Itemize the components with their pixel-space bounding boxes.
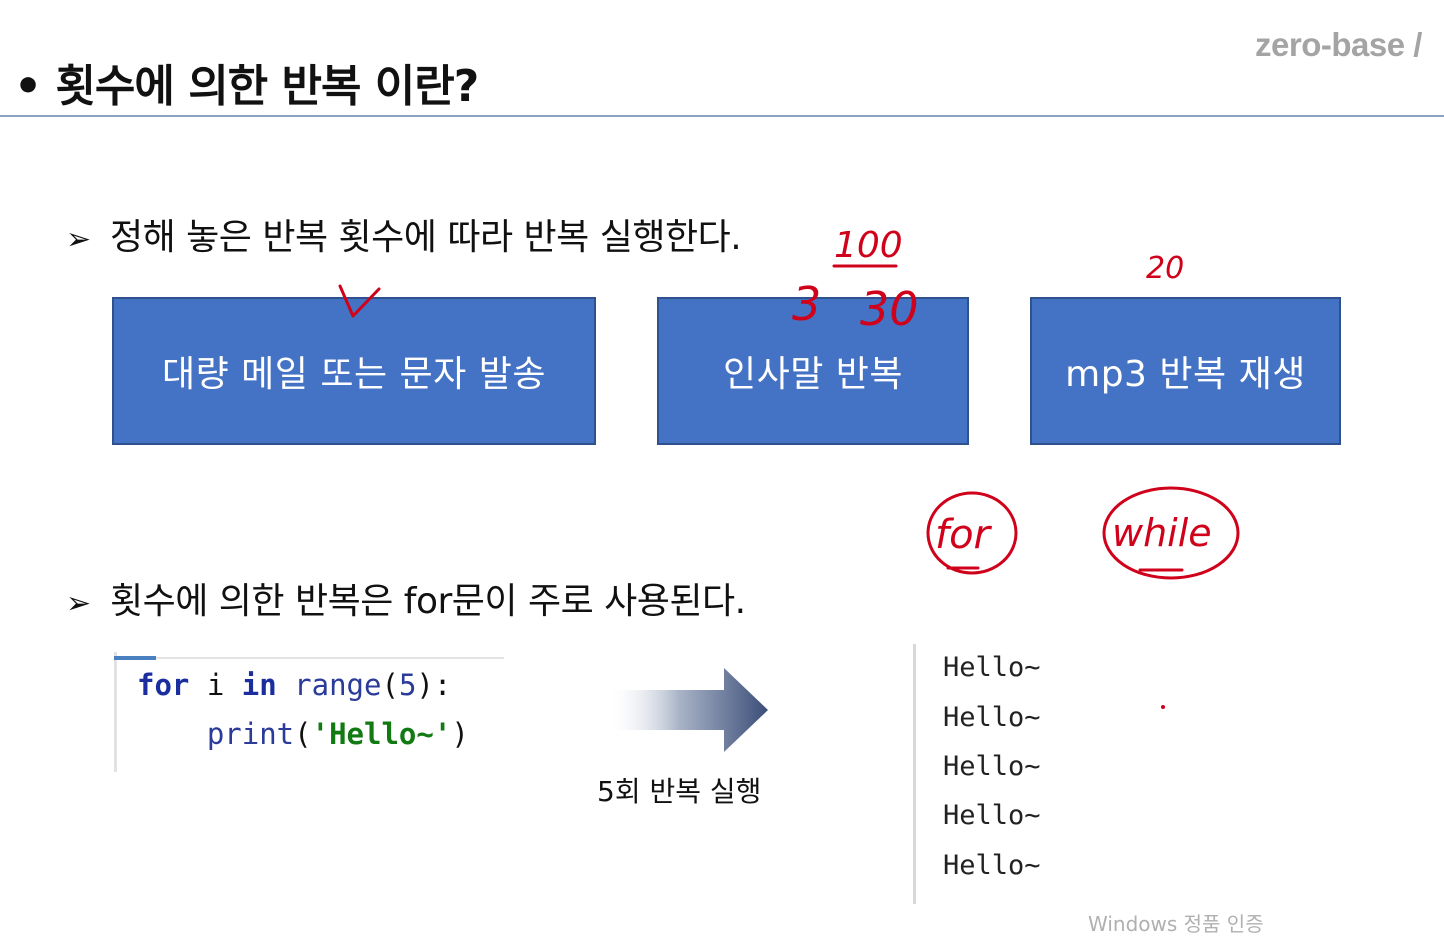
annotation-20: 20 [1146, 251, 1184, 286]
output-line: Hello~ [943, 702, 1041, 733]
output-line: Hello~ [943, 751, 1041, 782]
output-divider [913, 644, 916, 904]
caption-five-times: 5회 반복 실행 [597, 775, 762, 808]
annotation-for: for [935, 512, 993, 558]
annotation-30: 30 [860, 282, 919, 336]
output-line: Hello~ [943, 850, 1041, 881]
ink-dot [1161, 705, 1165, 709]
annotation-100: 100 [834, 225, 903, 266]
flow-arrow-icon [606, 668, 768, 752]
output-line: Hello~ [943, 800, 1041, 831]
annotation-3: 3 [792, 277, 821, 331]
annotation-while: while [1112, 511, 1212, 555]
output-line: Hello~ [943, 652, 1041, 683]
checkmark-icon [338, 284, 381, 318]
windows-activation-watermark: Windows 정품 인증 [1088, 912, 1264, 936]
